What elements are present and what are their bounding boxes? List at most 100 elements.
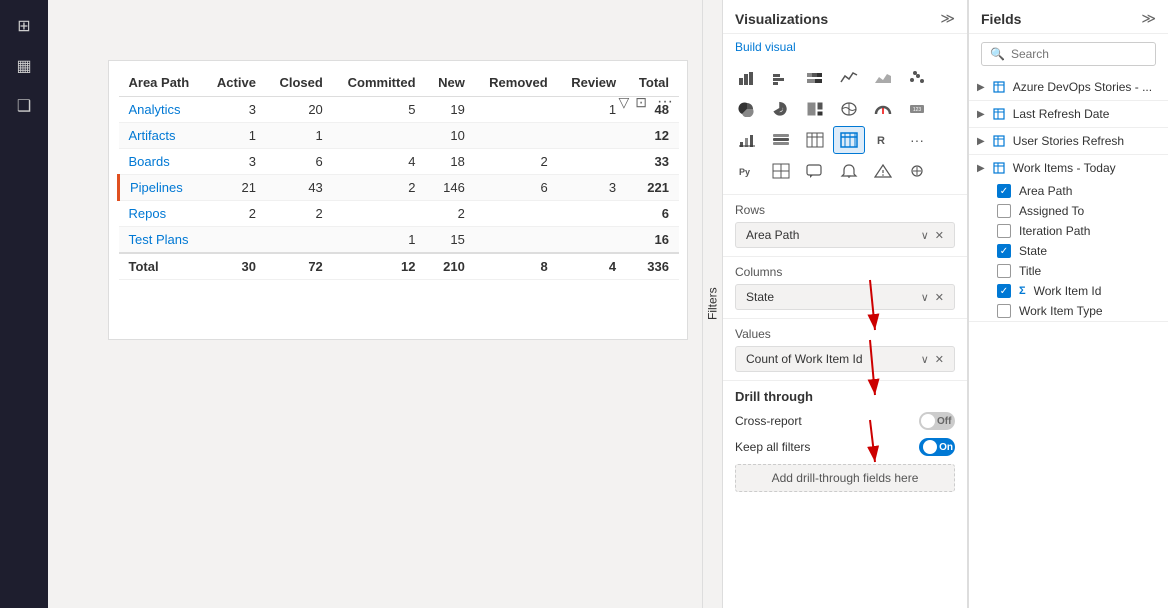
rows-close-icon[interactable]: ✕: [935, 229, 944, 242]
cell-active: 3: [204, 149, 266, 175]
cell-area-path[interactable]: Pipelines: [119, 175, 204, 201]
cell-total: 16: [626, 227, 679, 254]
cell-area-path[interactable]: Artifacts: [119, 123, 204, 149]
chart-decomp-tree[interactable]: [765, 157, 797, 185]
filter-icon[interactable]: ▽: [619, 94, 630, 111]
table-row[interactable]: Test Plans11516: [119, 227, 680, 254]
cell-area-path[interactable]: Boards: [119, 149, 204, 175]
values-close-icon[interactable]: ✕: [935, 353, 944, 366]
chart-pie[interactable]: [731, 95, 763, 123]
field-item-3-3[interactable]: ✓State: [969, 241, 1168, 261]
chart-clustered-bar[interactable]: [765, 64, 797, 92]
viz-panel-collapse-icon[interactable]: ≫: [940, 10, 955, 27]
chart-stacked-bar-100[interactable]: [799, 64, 831, 92]
rows-well[interactable]: Area Path ∨ ✕: [735, 222, 955, 248]
svg-text:123: 123: [913, 107, 922, 113]
chart-gauge[interactable]: [867, 95, 899, 123]
columns-well[interactable]: State ∨ ✕: [735, 284, 955, 310]
field-checkbox-2[interactable]: [997, 224, 1011, 238]
chart-more[interactable]: ···: [901, 126, 933, 154]
expand-icon-0: ▶: [977, 82, 985, 93]
focus-icon[interactable]: ⊡: [635, 94, 647, 111]
field-checkbox-3[interactable]: ✓: [997, 244, 1011, 258]
chart-slicer[interactable]: [765, 126, 797, 154]
field-checkbox-5[interactable]: ✓: [997, 284, 1011, 298]
fields-panel-collapse-icon[interactable]: ≫: [1141, 10, 1156, 27]
chart-custom[interactable]: [901, 157, 933, 185]
chart-treemap[interactable]: [799, 95, 831, 123]
field-item-3-2[interactable]: Iteration Path: [969, 221, 1168, 241]
table-row[interactable]: Repos2226: [119, 201, 680, 227]
table-group-icon-3: [991, 160, 1007, 176]
values-well-icons: ∨ ✕: [921, 353, 944, 366]
chart-table[interactable]: [799, 126, 831, 154]
field-checkbox-1[interactable]: [997, 204, 1011, 218]
area-path-link[interactable]: Boards: [129, 154, 170, 169]
expand-icon-3: ▶: [977, 163, 985, 174]
sidebar-icon-table[interactable]: ▦: [6, 48, 42, 84]
more-options-icon[interactable]: ···: [653, 91, 677, 113]
field-group-header-2[interactable]: ▶User Stories Refresh: [969, 128, 1168, 154]
area-path-link[interactable]: Artifacts: [129, 128, 176, 143]
table-row[interactable]: Artifacts111012: [119, 123, 680, 149]
cell-closed: 43: [266, 175, 333, 201]
cell-area-path[interactable]: Repos: [119, 201, 204, 227]
chart-stacked-bar[interactable]: [731, 64, 763, 92]
search-box[interactable]: 🔍: [981, 42, 1156, 66]
matrix-wrapper: Area Path Active Closed Committed New Re…: [109, 61, 687, 339]
chart-python[interactable]: Py: [731, 157, 763, 185]
cross-report-toggle[interactable]: Off: [919, 412, 955, 430]
sidebar-icon-grid[interactable]: ⊞: [6, 8, 42, 44]
field-group-header-1[interactable]: ▶Last Refresh Date: [969, 101, 1168, 127]
area-path-link[interactable]: Repos: [129, 206, 167, 221]
cell-closed: [266, 227, 333, 254]
field-checkbox-4[interactable]: [997, 264, 1011, 278]
chart-scatter[interactable]: [901, 64, 933, 92]
chart-card[interactable]: 123: [901, 95, 933, 123]
cell-area-path[interactable]: Test Plans: [119, 227, 204, 254]
field-group-2: ▶User Stories Refresh: [969, 128, 1168, 155]
chart-matrix-btn[interactable]: [833, 126, 865, 154]
columns-chevron-icon[interactable]: ∨: [921, 291, 929, 304]
keep-filters-toggle[interactable]: On: [919, 438, 955, 456]
chart-notif[interactable]: [833, 157, 865, 185]
cell-closed: 1: [266, 123, 333, 149]
chart-line[interactable]: [833, 64, 865, 92]
field-checkbox-0[interactable]: ✓: [997, 184, 1011, 198]
matrix-visual[interactable]: ▽ ⊡ ··· Area Path Active Closed Committe…: [108, 60, 688, 340]
chart-area[interactable]: [867, 64, 899, 92]
values-well[interactable]: Count of Work Item Id ∨ ✕: [735, 346, 955, 372]
field-checkbox-6[interactable]: [997, 304, 1011, 318]
values-chevron-icon[interactable]: ∨: [921, 353, 929, 366]
columns-close-icon[interactable]: ✕: [935, 291, 944, 304]
table-row[interactable]: Boards36418233: [119, 149, 680, 175]
table-row[interactable]: Analytics320519148: [119, 97, 680, 123]
table-row[interactable]: Pipelines2143214663221: [119, 175, 680, 201]
cell-area-path[interactable]: Analytics: [119, 97, 204, 123]
area-path-link[interactable]: Pipelines: [130, 180, 183, 195]
field-item-3-4[interactable]: Title: [969, 261, 1168, 281]
field-item-3-6[interactable]: Work Item Type: [969, 301, 1168, 321]
field-group-header-0[interactable]: ▶Azure DevOps Stories - ...: [969, 74, 1168, 100]
field-group-header-3[interactable]: ▶Work Items - Today: [969, 155, 1168, 181]
sidebar-icon-layers[interactable]: ❑: [6, 88, 42, 124]
chart-map[interactable]: [833, 95, 865, 123]
chart-donut[interactable]: [765, 95, 797, 123]
cross-report-knob: [921, 414, 935, 428]
chart-smart-narr[interactable]: [867, 157, 899, 185]
cell-new: 15: [426, 227, 475, 254]
chart-qa[interactable]: [799, 157, 831, 185]
field-item-3-1[interactable]: Assigned To: [969, 201, 1168, 221]
chart-r-script[interactable]: R: [867, 126, 899, 154]
area-path-link[interactable]: Test Plans: [129, 232, 189, 247]
rows-chevron-icon[interactable]: ∨: [921, 229, 929, 242]
area-path-link[interactable]: Analytics: [129, 102, 181, 117]
search-input[interactable]: [1011, 47, 1166, 61]
filters-sidebar[interactable]: Filters: [702, 0, 722, 608]
field-item-3-5[interactable]: ✓ΣWork Item Id: [969, 281, 1168, 301]
field-item-3-0[interactable]: ✓Area Path: [969, 181, 1168, 201]
add-drillthrough-fields[interactable]: Add drill-through fields here: [735, 464, 955, 492]
group-name-1: Last Refresh Date: [1013, 107, 1160, 121]
chart-kpi[interactable]: [731, 126, 763, 154]
build-visual-label[interactable]: Build visual: [723, 34, 967, 60]
